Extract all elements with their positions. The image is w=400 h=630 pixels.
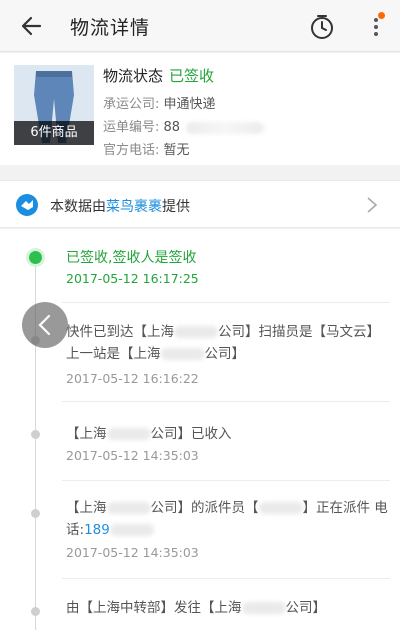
- status-row: 物流状态 已签收: [103, 65, 214, 86]
- timeline-event-text: 快件已到达【上海 公司】扫描员是【马文云】上一站是【上海 公司】: [66, 321, 388, 365]
- redacted-phone: [109, 524, 154, 536]
- waybill-row: 运单编号: 88: [103, 116, 265, 135]
- data-source-text: 本数据由菜鸟裹裹提供: [50, 196, 190, 216]
- divider: [62, 302, 390, 303]
- source-brand: 菜鸟裹裹: [106, 199, 162, 215]
- back-arrow-icon: [21, 16, 42, 36]
- carrier-label: 承运公司:: [103, 97, 160, 112]
- event-text-part: 【上海: [66, 426, 107, 442]
- timeline-dot: [31, 509, 40, 518]
- chevron-left-icon: [38, 314, 51, 336]
- phone-label: 官方电话:: [103, 143, 160, 158]
- source-prefix: 本数据由: [50, 199, 106, 215]
- redacted-text: [241, 602, 286, 614]
- event-text-part: 公司】已收入: [150, 426, 232, 442]
- status-value: 已签收: [169, 67, 215, 85]
- timeline-event-text: 由【上海中转部】发往【上海 公司】: [66, 597, 388, 619]
- event-text-part: 由【上海中转部】发往【上海: [66, 600, 242, 616]
- event-text-part: 【上海: [66, 500, 107, 516]
- timeline-event-time: 2017-05-12 14:35:03: [66, 448, 199, 463]
- cainiao-logo-icon: [16, 194, 38, 216]
- status-label: 物流状态: [103, 67, 164, 85]
- courier-phone-link[interactable]: 189: [84, 522, 110, 538]
- chevron-right-icon: [367, 197, 378, 213]
- carrier-row: 承运公司: 申通快递: [103, 93, 216, 112]
- redacted-text: [106, 502, 151, 514]
- timer-button[interactable]: [306, 12, 338, 42]
- redacted-text: [160, 348, 205, 360]
- timeline-dot: [31, 430, 40, 439]
- carrier-value: 申通快递: [163, 97, 216, 112]
- timeline-event-time: 2017-05-12 16:17:25: [66, 271, 199, 286]
- redacted-text: [106, 428, 151, 440]
- redacted-waybill: [186, 121, 265, 134]
- timeline-event-time: 2017-05-12 16:16:22: [66, 371, 199, 386]
- waybill-value[interactable]: 88: [164, 120, 181, 135]
- event-text-part: 公司】的派件员【: [150, 500, 259, 516]
- back-button[interactable]: [18, 12, 48, 40]
- redacted-text: [174, 326, 218, 338]
- timeline-dot-active: [29, 251, 42, 264]
- timeline-event-text: 【上海 公司】的派件员【 】正在派件 电话:189: [66, 497, 388, 541]
- event-text-part: 公司】: [285, 600, 327, 616]
- divider: [62, 480, 390, 481]
- divider: [62, 401, 390, 402]
- page-title: 物流详情: [70, 17, 151, 39]
- package-summary: 6件商品 物流状态 已签收 承运公司: 申通快递 运单编号: 88 官方电话: 暂…: [0, 53, 400, 165]
- header-bar: 物流详情: [0, 0, 400, 52]
- product-thumbnail[interactable]: 6件商品: [14, 65, 94, 145]
- timeline-event-text: 已签收,签收人是签收: [66, 250, 197, 266]
- floating-back-button[interactable]: [22, 302, 68, 348]
- timer-icon: [311, 15, 333, 39]
- item-count-badge: 6件商品: [14, 121, 94, 145]
- timeline-event-text: 【上海 公司】已收入: [66, 423, 388, 445]
- timeline-dot: [31, 607, 40, 616]
- redacted-text: [258, 502, 303, 514]
- event-text-part: 公司】: [204, 346, 246, 362]
- tracking-timeline: 已签收,签收人是签收 2017-05-12 16:17:25 快件已到达【上海公…: [0, 229, 400, 630]
- divider: [62, 578, 390, 579]
- phone-row: 官方电话: 暂无: [103, 139, 190, 158]
- notification-badge: [378, 12, 385, 19]
- data-source-row[interactable]: 本数据由菜鸟裹裹提供: [0, 180, 400, 228]
- timeline-event-time: 2017-05-12 14:35:03: [66, 545, 199, 560]
- phone-value: 暂无: [163, 143, 190, 158]
- waybill-label: 运单编号:: [103, 120, 160, 135]
- more-button[interactable]: [364, 12, 388, 40]
- event-text-part: 快件已到达【上海: [66, 324, 174, 340]
- source-suffix: 提供: [162, 199, 190, 215]
